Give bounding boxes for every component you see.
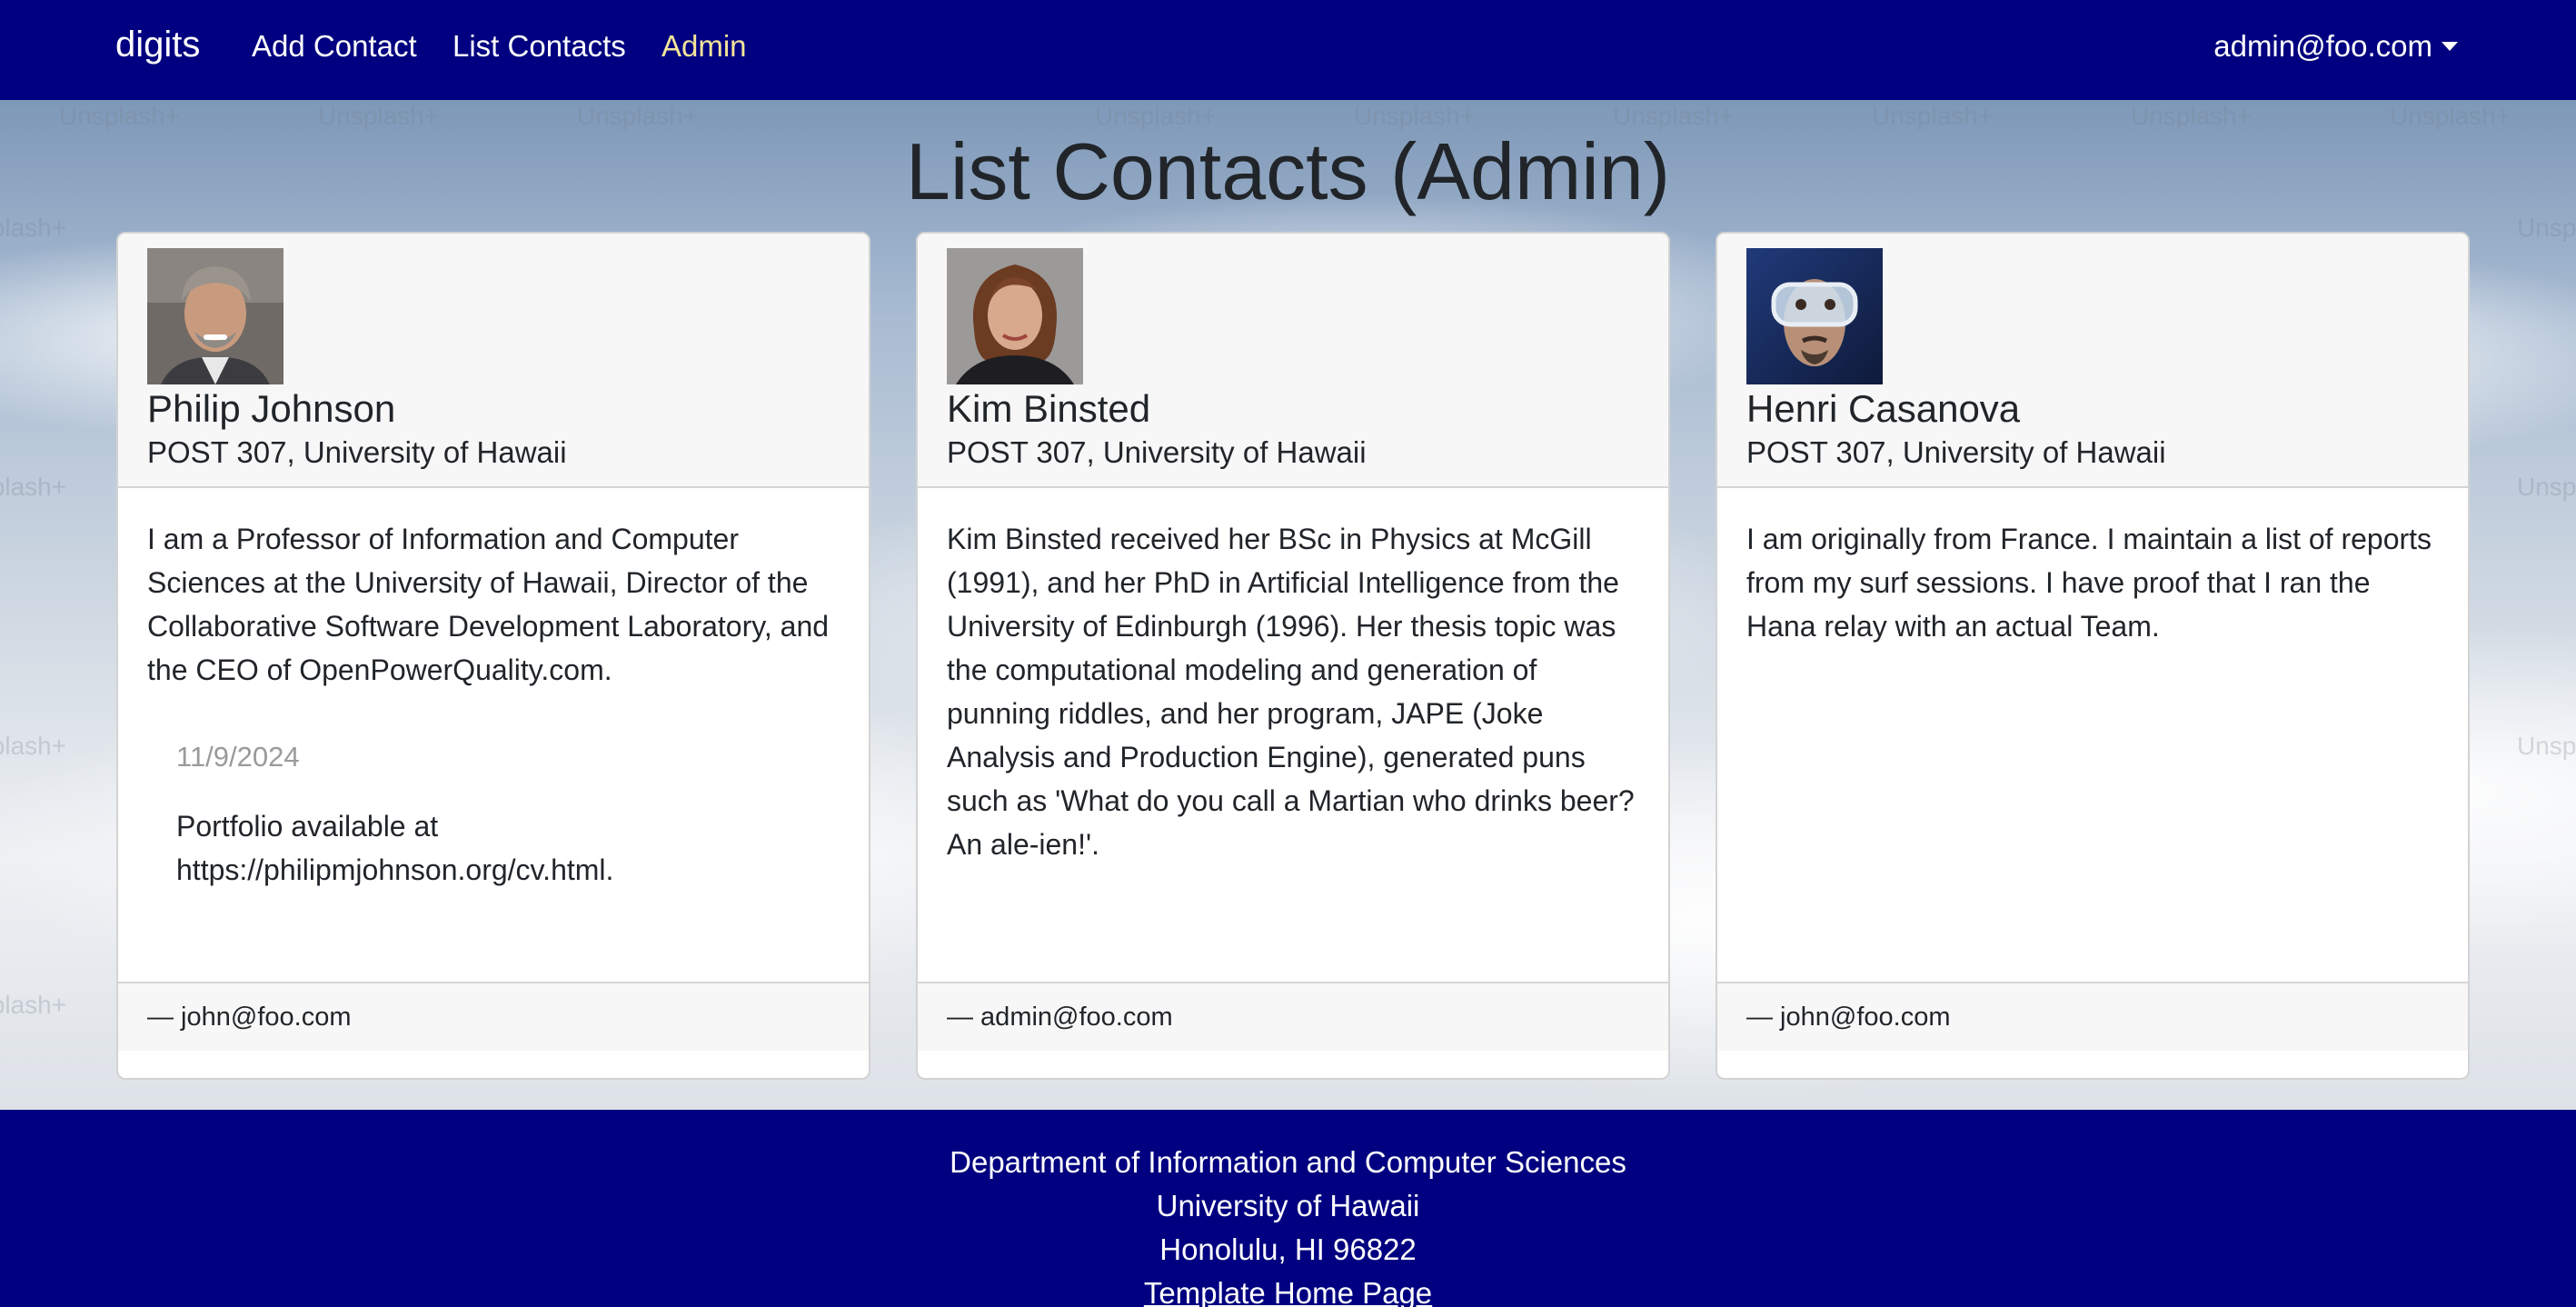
contact-description: I am originally from France. I maintain … — [1746, 523, 2432, 643]
watermark-text: Unsplash+ — [2517, 473, 2576, 501]
card-footer-owner: — john@foo.com — [118, 982, 869, 1051]
card-footer-owner: — admin@foo.com — [918, 982, 1668, 1051]
avatar — [1746, 248, 1883, 384]
brand-link[interactable]: digits — [115, 25, 200, 65]
template-home-link[interactable]: Template Home Page — [1144, 1276, 1432, 1307]
footer-department: Department of Information and Computer S… — [950, 1145, 1626, 1179]
card-footer-owner: — john@foo.com — [1717, 982, 2468, 1051]
user-dropdown[interactable]: admin@foo.com — [2213, 29, 2458, 64]
contact-description: Kim Binsted received her BSc in Physics … — [947, 523, 1635, 861]
note-date: 11/9/2024 — [176, 741, 300, 773]
site-footer: Department of Information and Computer S… — [0, 1110, 2576, 1307]
contact-card: Kim Binsted POST 307, University of Hawa… — [916, 232, 1670, 1080]
card-header: Henri Casanova POST 307, University of H… — [1717, 234, 2468, 488]
contact-name: Kim Binsted — [947, 387, 1151, 430]
card-header: Kim Binsted POST 307, University of Hawa… — [918, 234, 1668, 488]
caret-down-icon — [2442, 42, 2458, 51]
nav-add-contact[interactable]: Add Contact — [252, 29, 417, 64]
contact-address: POST 307, University of Hawaii — [147, 435, 567, 469]
user-email: admin@foo.com — [2213, 29, 2432, 63]
watermark-text: Unsplash+ — [2517, 732, 2576, 760]
footer-university: University of Hawaii — [1156, 1189, 1420, 1222]
contact-card: Henri Casanova POST 307, University of H… — [1716, 232, 2470, 1080]
contact-card: Philip Johnson POST 307, University of H… — [116, 232, 870, 1080]
page-title: List Contacts (Admin) — [905, 126, 1671, 216]
avatar — [947, 248, 1083, 384]
card-header: Philip Johnson POST 307, University of H… — [118, 234, 869, 488]
card-body: Kim Binsted received her BSc in Physics … — [918, 488, 1668, 982]
nav-list-contacts[interactable]: List Contacts — [453, 29, 626, 64]
contact-name: Henri Casanova — [1746, 387, 2021, 430]
contact-address: POST 307, University of Hawaii — [1746, 435, 2166, 469]
top-navbar: digits Add Contact List Contacts Admin a… — [0, 0, 2576, 100]
watermark-text: Unsplash+ — [0, 473, 67, 501]
watermark-text: Unsplash+ — [0, 732, 67, 760]
avatar — [147, 248, 283, 384]
contact-name: Philip Johnson — [147, 387, 396, 430]
card-body: I am a Professor of Information and Comp… — [118, 488, 869, 982]
contact-description: I am a Professor of Information and Comp… — [147, 523, 830, 686]
note-item: 11/9/2024 Portfolio available at https:/… — [147, 735, 840, 892]
contact-address: POST 307, University of Hawaii — [947, 435, 1367, 469]
watermark-text: Unsplash+ — [0, 991, 67, 1019]
nav-admin[interactable]: Admin — [661, 29, 747, 64]
card-body: I am originally from France. I maintain … — [1717, 488, 2468, 982]
footer-address: Honolulu, HI 96822 — [1159, 1232, 1417, 1266]
note-text: Portfolio available at https://philipmjo… — [176, 810, 614, 886]
